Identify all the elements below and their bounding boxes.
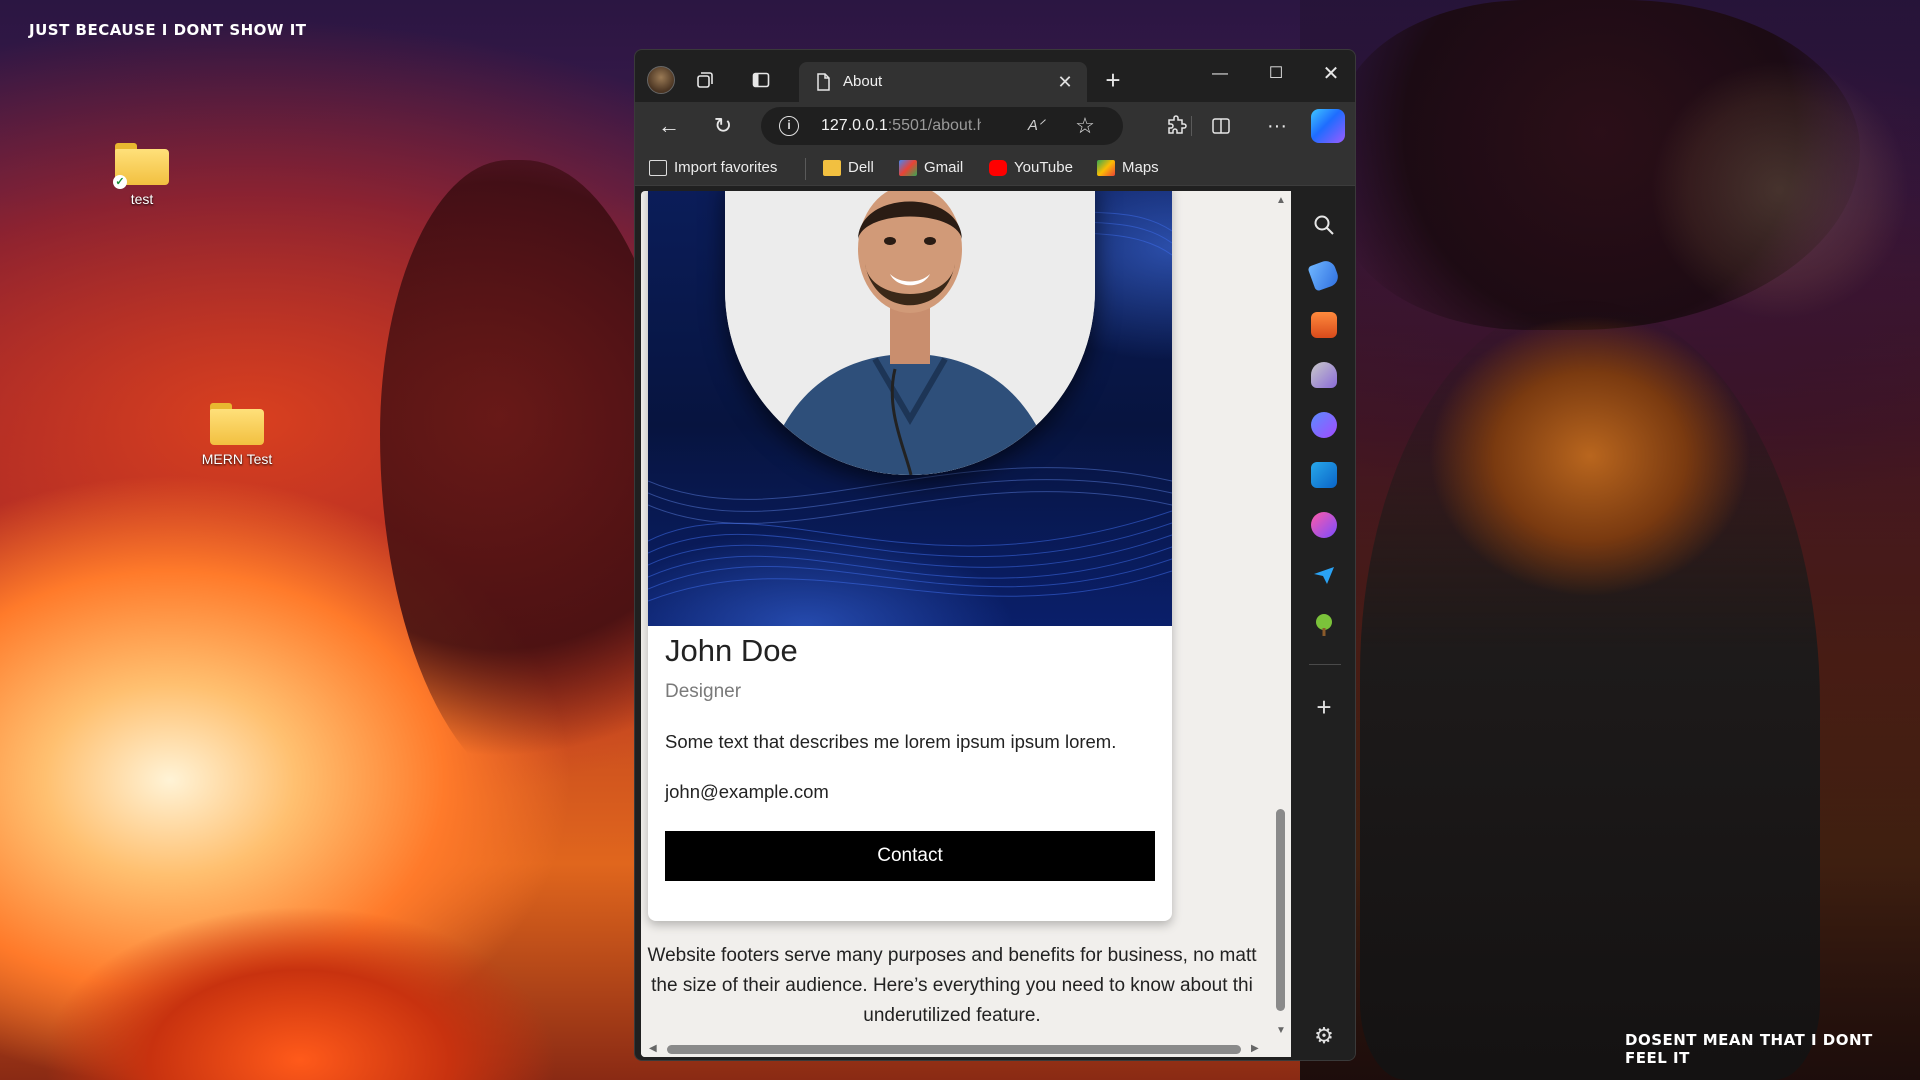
- browser-window: About ✕ + — ☐ ✕ ← ↻ i 127.0.0.1:5501/abo…: [634, 49, 1356, 1061]
- favorite-maps[interactable]: Maps: [1097, 158, 1159, 178]
- search-icon[interactable]: [1311, 212, 1337, 238]
- site-info-icon[interactable]: i: [779, 116, 799, 136]
- title-bar: About ✕ + — ☐ ✕: [635, 50, 1355, 110]
- footer-line: Website footers serve many purposes and …: [647, 945, 1257, 966]
- wallpaper-quote-top: JUST BECAUSE I DONT SHOW IT: [29, 21, 307, 39]
- page-viewport: John Doe Designer Some text that describ…: [641, 191, 1291, 1057]
- footer-text: Website footers serve many purposes and …: [641, 941, 1267, 1031]
- wallpaper-quote-bottom: DOSENT MEAN THAT I DONT FEEL IT: [1625, 1031, 1873, 1067]
- folder-icon: ✓: [113, 143, 169, 189]
- card-header-image: [648, 191, 1172, 626]
- scroll-right-icon[interactable]: ▶: [1251, 1043, 1259, 1055]
- vertical-scrollbar[interactable]: ▲ ▼: [1271, 191, 1291, 1041]
- favorite-star-icon[interactable]: ☆: [1071, 112, 1099, 140]
- scroll-left-icon[interactable]: ◀: [649, 1043, 657, 1055]
- youtube-icon: [989, 160, 1007, 177]
- sidebar-divider: [1309, 664, 1341, 665]
- split-screen-icon[interactable]: [1203, 108, 1239, 144]
- folder-icon: [823, 160, 841, 177]
- desktop-icon-mern-test[interactable]: MERN Test: [182, 403, 292, 467]
- person-portrait-icon: [725, 191, 1095, 475]
- wallpaper-lens-flare: [1650, 60, 1910, 320]
- desktop-icon-test[interactable]: ✓ test: [87, 143, 197, 207]
- favorites-divider: [805, 158, 806, 180]
- horizontal-scroll-thumb[interactable]: [667, 1045, 1241, 1054]
- sync-check-icon: ✓: [113, 175, 127, 189]
- profile-description: Some text that describes me lorem ipsum …: [665, 731, 1117, 752]
- back-icon[interactable]: ←: [651, 108, 687, 144]
- read-aloud-icon[interactable]: Aᐟ: [1023, 113, 1049, 139]
- tab-actions-icon[interactable]: [743, 62, 779, 98]
- horizontal-scrollbar[interactable]: ◀ ▶: [641, 1041, 1291, 1057]
- games-icon[interactable]: [1311, 362, 1337, 388]
- designer-icon[interactable]: [1311, 512, 1337, 538]
- vertical-scroll-thumb[interactable]: [1276, 809, 1285, 1011]
- folder-icon: [210, 403, 264, 445]
- outlook-icon[interactable]: [1311, 462, 1337, 488]
- favorite-gmail[interactable]: Gmail: [899, 158, 963, 178]
- sidebar-settings-icon[interactable]: ⚙: [1311, 1023, 1337, 1049]
- scroll-down-icon[interactable]: ▼: [1276, 1025, 1286, 1037]
- import-icon: [649, 160, 667, 177]
- new-tab-icon[interactable]: +: [1095, 62, 1131, 98]
- microsoft-365-icon[interactable]: [1311, 412, 1337, 438]
- minimize-icon[interactable]: —: [1197, 56, 1243, 92]
- tools-icon[interactable]: [1311, 312, 1337, 338]
- favorite-dell[interactable]: Dell: [823, 158, 874, 178]
- footer-line: underutilized feature.: [863, 1005, 1041, 1026]
- add-sidebar-app-icon[interactable]: +: [1311, 694, 1337, 720]
- workspaces-icon[interactable]: [687, 62, 723, 98]
- desktop-icon-label: test: [130, 191, 154, 207]
- tab-title: About: [843, 73, 883, 90]
- wallpaper-flames: [0, 820, 700, 1080]
- profile-job-title: Designer: [665, 681, 742, 702]
- footer-line: the size of their audience. Here’s every…: [651, 975, 1253, 996]
- profile-card: John Doe Designer Some text that describ…: [648, 191, 1172, 921]
- favorites-bar: Import favorites Dell Gmail YouTube Maps: [635, 150, 1355, 186]
- close-window-icon[interactable]: ✕: [1308, 56, 1354, 92]
- refresh-icon[interactable]: ↻: [705, 108, 741, 144]
- copilot-icon[interactable]: [1311, 109, 1345, 143]
- maps-icon: [1097, 160, 1115, 177]
- extensions-icon[interactable]: [1159, 108, 1195, 144]
- page-icon: [817, 73, 830, 91]
- navigation-bar: ← ↻ i 127.0.0.1:5501/about.ht... Aᐟ ☆ ··…: [635, 102, 1355, 150]
- profile-name: John Doe: [665, 633, 798, 668]
- tab-about[interactable]: About ✕: [799, 62, 1087, 102]
- address-bar[interactable]: i 127.0.0.1:5501/about.ht... Aᐟ ☆: [761, 107, 1123, 145]
- desktop-icon-label: MERN Test: [201, 451, 273, 467]
- more-options-icon[interactable]: ···: [1259, 108, 1295, 144]
- close-tab-icon[interactable]: ✕: [1051, 68, 1079, 96]
- gmail-icon: [899, 160, 917, 177]
- profile-photo: [725, 191, 1095, 475]
- profile-email: john@example.com: [665, 781, 829, 802]
- contact-button[interactable]: Contact: [665, 831, 1155, 881]
- toolbar-divider: [1191, 116, 1192, 136]
- favorite-youtube[interactable]: YouTube: [989, 158, 1073, 178]
- profile-avatar[interactable]: [647, 66, 675, 94]
- browser-sidebar: + ⚙: [1295, 186, 1355, 1060]
- scroll-up-icon[interactable]: ▲: [1276, 195, 1286, 207]
- url-text[interactable]: 127.0.0.1:5501/about.ht...: [821, 117, 981, 135]
- tree-icon[interactable]: [1311, 612, 1337, 638]
- send-icon[interactable]: [1311, 562, 1337, 588]
- shopping-tag-icon[interactable]: [1307, 258, 1341, 292]
- favorite-import-favorites[interactable]: Import favorites: [649, 158, 777, 178]
- maximize-icon[interactable]: ☐: [1253, 56, 1299, 92]
